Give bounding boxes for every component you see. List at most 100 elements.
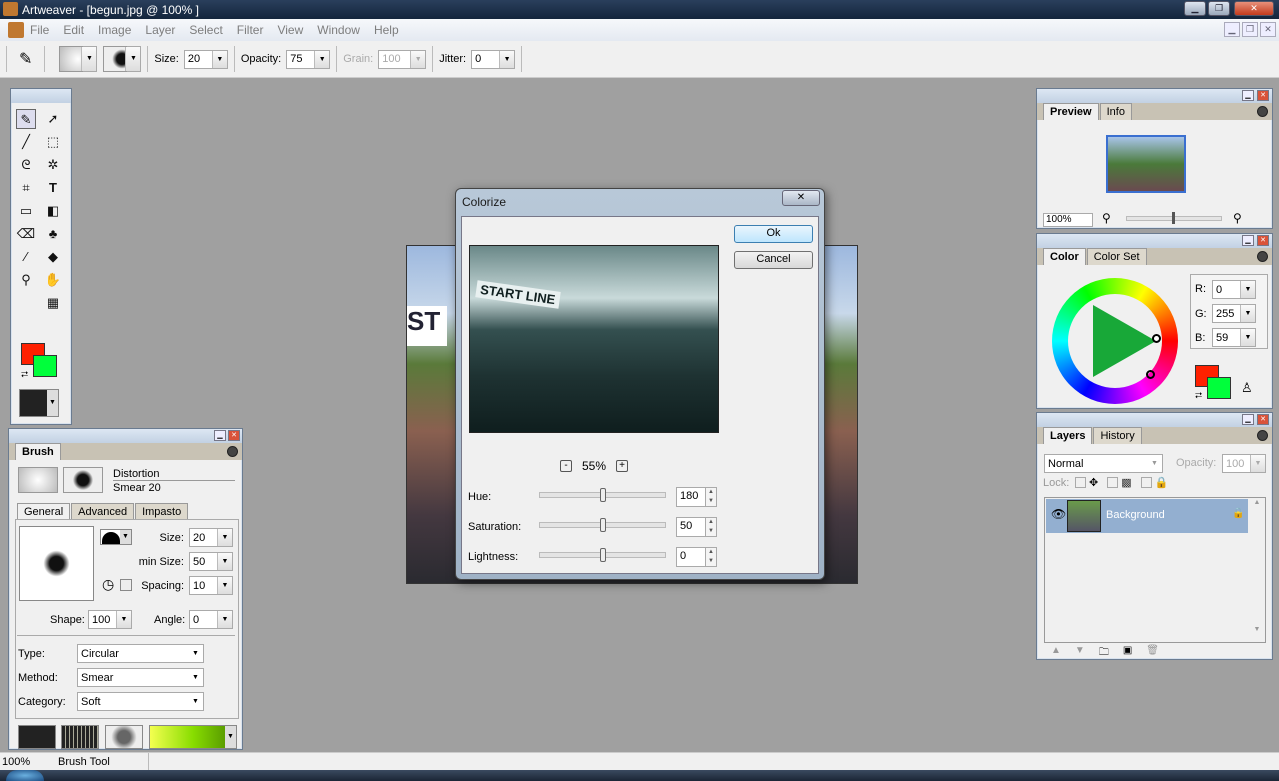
tab-advanced[interactable]: Advanced — [71, 503, 135, 520]
blend-mode-select[interactable]: Normal ▼ — [1044, 454, 1163, 473]
panel-menu-icon[interactable] — [1257, 251, 1268, 262]
chevron-down-icon[interactable]: ▼ — [211, 50, 227, 68]
chevron-down-icon[interactable]: ▼ — [314, 50, 330, 68]
tab-preview[interactable]: Preview — [1043, 103, 1099, 120]
shape-combo[interactable]: 100 ▼ — [88, 610, 132, 629]
move-layer-down-icon[interactable]: ▼ — [1075, 645, 1085, 662]
move-layer-up-icon[interactable]: ▲ — [1051, 645, 1061, 662]
panel-menu-icon[interactable] — [1257, 106, 1268, 117]
magic-wand-icon[interactable]: ✲ — [43, 155, 63, 175]
panel-close-button[interactable]: ✕ — [1257, 414, 1269, 425]
panel-menu-icon[interactable] — [227, 446, 238, 457]
swap-colors-icon[interactable]: ⮂ — [1195, 390, 1202, 401]
menu-file[interactable]: File — [30, 23, 49, 37]
brush-tool-icon[interactable]: ✎ — [16, 109, 36, 129]
menu-help[interactable]: Help — [374, 23, 399, 37]
lock-position-checkbox[interactable] — [1075, 477, 1086, 488]
text-icon[interactable]: T — [43, 178, 63, 198]
paint-bucket-icon[interactable]: ◆ — [43, 247, 63, 267]
angle-combo[interactable]: 0 ▼ — [189, 610, 233, 629]
menu-image[interactable]: Image — [98, 23, 131, 37]
lock-all-checkbox[interactable] — [1140, 477, 1152, 488]
dialog-close-button[interactable]: ✕ — [782, 190, 820, 206]
chevron-down-icon[interactable]: ▼ — [499, 50, 515, 68]
rect-select-icon[interactable]: ⬚ — [43, 132, 63, 152]
zoom-out-icon[interactable]: ⚲ — [1102, 211, 1111, 225]
brush-variant-picker[interactable]: ▼ — [59, 46, 98, 72]
preview-zoom-input[interactable]: 100% — [1043, 213, 1093, 227]
swap-colors-icon[interactable]: ⮂ — [21, 369, 28, 380]
min-size-combo[interactable]: 50 ▼ — [189, 552, 233, 571]
tab-impasto[interactable]: Impasto — [135, 503, 189, 520]
doc-close-button[interactable]: ✕ — [1260, 22, 1276, 37]
panel-menu-icon[interactable] — [1257, 430, 1268, 441]
brush-size-combo[interactable]: 20 ▼ — [189, 528, 233, 547]
hue-slider-thumb[interactable] — [599, 488, 606, 502]
tab-info[interactable]: Info — [1099, 103, 1132, 120]
gradient-icon[interactable]: ◧ — [43, 201, 63, 221]
gradient-picker[interactable]: ▼ — [149, 725, 237, 749]
panel-close-button[interactable]: ✕ — [228, 430, 240, 441]
secondary-color-swatch[interactable] — [1207, 377, 1231, 399]
panel-minimize-button[interactable]: ▁ — [1242, 90, 1254, 101]
lightness-input[interactable]: 0 — [676, 547, 706, 567]
g-combo[interactable]: 255 ▼ — [1212, 304, 1256, 323]
spacing-checkbox[interactable] — [120, 579, 132, 591]
stamp-icon[interactable]: ♙ — [1241, 380, 1253, 396]
panel-minimize-button[interactable]: ▁ — [1242, 235, 1254, 246]
zoom-icon[interactable]: ⚲ — [16, 270, 36, 290]
profile-picker[interactable]: ▼ — [100, 529, 132, 545]
navigator-thumbnail[interactable] — [1106, 135, 1186, 193]
crop-icon[interactable]: ⌗ — [16, 178, 36, 198]
category-select[interactable]: Soft ▼ — [77, 692, 204, 711]
opacity-combo[interactable]: 75 ▼ — [286, 49, 331, 69]
tab-general[interactable]: General — [17, 503, 71, 520]
close-button[interactable]: ✕ — [1234, 1, 1274, 16]
saturation-input[interactable]: 50 — [676, 517, 706, 537]
doc-restore-button[interactable]: ❐ — [1242, 22, 1258, 37]
eraser-icon[interactable]: ⌫ — [16, 224, 36, 244]
r-combo[interactable]: 0 ▼ — [1212, 280, 1256, 299]
lightness-slider-thumb[interactable] — [599, 548, 606, 562]
menu-filter[interactable]: Filter — [237, 23, 264, 37]
panel-minimize-button[interactable]: ▁ — [1242, 414, 1254, 425]
hue-ring-handle[interactable] — [1146, 370, 1155, 379]
rectangle-icon[interactable]: ▭ — [16, 201, 36, 221]
secondary-color-swatch[interactable] — [33, 355, 57, 377]
restore-button[interactable]: ❐ — [1208, 1, 1230, 16]
move-tool-icon[interactable]: ➚ — [43, 109, 63, 129]
line-tool-icon[interactable]: ╱ — [16, 132, 36, 152]
layers-scrollbar[interactable]: ▲ ▼ — [1250, 499, 1264, 641]
panel-close-button[interactable]: ✕ — [1257, 235, 1269, 246]
tab-layers[interactable]: Layers — [1043, 427, 1093, 444]
brush-shape-picker[interactable]: ▼ — [103, 46, 142, 72]
saturation-slider-thumb[interactable] — [599, 518, 606, 532]
lasso-icon[interactable]: ᘓ — [16, 155, 36, 175]
menu-edit[interactable]: Edit — [63, 23, 84, 37]
type-select[interactable]: Circular ▼ — [77, 644, 204, 663]
jitter-combo[interactable]: 0 ▼ — [471, 49, 516, 69]
grain-picker[interactable] — [105, 725, 143, 749]
tab-color-set[interactable]: Color Set — [1086, 248, 1147, 265]
tab-brush[interactable]: Brush — [15, 443, 61, 460]
clone-stamp-icon[interactable]: ♣ — [43, 224, 63, 244]
pattern-picker[interactable] — [61, 725, 99, 749]
spacing-combo[interactable]: 10 ▼ — [189, 576, 233, 595]
tab-color[interactable]: Color — [1043, 248, 1086, 265]
tab-history[interactable]: History — [1093, 427, 1142, 444]
start-button[interactable] — [6, 770, 44, 781]
brush-variant-picker[interactable] — [18, 467, 58, 493]
texture-picker[interactable] — [18, 725, 56, 749]
cancel-button[interactable]: Cancel — [734, 251, 813, 269]
panel-minimize-button[interactable]: ▁ — [214, 430, 226, 441]
preview-zoom-thumb[interactable] — [1172, 212, 1175, 224]
panel-close-button[interactable]: ✕ — [1257, 90, 1269, 101]
menu-select[interactable]: Select — [189, 23, 222, 37]
zoom-in-icon[interactable]: ⚲ — [1233, 211, 1242, 225]
layer-row[interactable]: 👁 Background 🔒 — [1046, 499, 1248, 533]
menu-window[interactable]: Window — [317, 23, 360, 37]
b-combo[interactable]: 59 ▼ — [1212, 328, 1256, 347]
grid-icon[interactable]: ▦ — [43, 293, 63, 313]
eye-icon[interactable]: 👁 — [1051, 507, 1066, 521]
size-combo[interactable]: 20 ▼ — [183, 49, 228, 69]
